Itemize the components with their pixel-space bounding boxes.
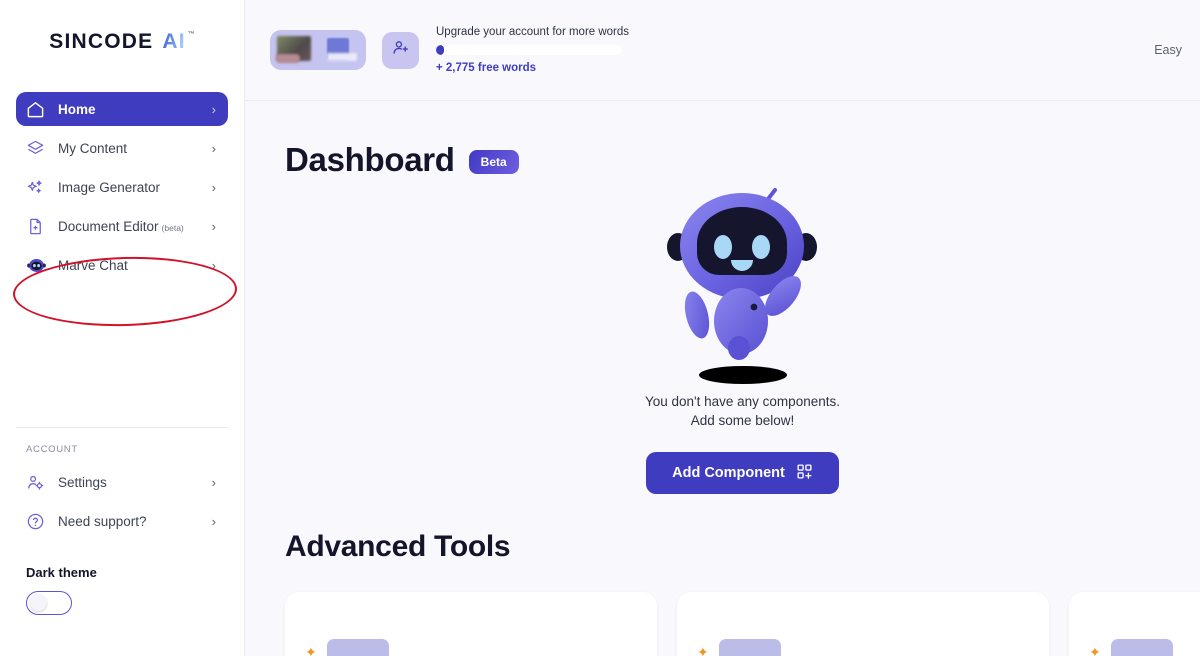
topbar-right-label: Easy xyxy=(1154,43,1182,57)
dashboard-content: Dashboard Beta You don't have any compon… xyxy=(245,101,1200,656)
thumbnail-preview[interactable] xyxy=(270,30,366,70)
words-progress-bar xyxy=(436,45,622,55)
sparkle-icon: ✦ xyxy=(1089,643,1101,656)
tool-card[interactable]: ✦ xyxy=(677,592,1049,656)
upgrade-text: Upgrade your account for more words xyxy=(436,26,630,38)
sidebar-item-need-support[interactable]: Need support? › xyxy=(16,504,228,538)
toggle-knob xyxy=(30,594,47,611)
tool-card[interactable]: ✦ xyxy=(285,592,657,656)
sidebar-item-label: Need support? xyxy=(58,513,147,529)
brand-name-secondary: AI xyxy=(162,30,186,53)
thumbnail-shape xyxy=(327,53,357,61)
sidebar-item-label: Document Editor (beta) xyxy=(58,219,184,234)
advanced-tools-cards: ✦ ✦ ✦ xyxy=(285,592,1200,656)
beta-superscript: (beta) xyxy=(161,222,184,233)
sparkle-icon: ✦ xyxy=(305,643,317,656)
sidebar-item-image-generator[interactable]: Image Generator › xyxy=(16,170,228,204)
sidebar-item-label: Image Generator xyxy=(58,179,161,195)
words-progress-fill xyxy=(436,45,444,55)
chevron-right-icon: › xyxy=(211,101,216,117)
brand-logo[interactable]: SINCODE AI ™ xyxy=(0,0,244,54)
question-circle-icon xyxy=(26,512,50,531)
main-content: Upgrade your account for more words + 2,… xyxy=(245,0,1200,656)
sidebar-item-label: Home xyxy=(58,101,96,117)
account-section-label: ACCOUNT xyxy=(26,444,78,455)
thumbnail-shape xyxy=(276,54,300,63)
page-title-row: Dashboard Beta xyxy=(285,101,1200,179)
dark-theme-label: Dark theme xyxy=(26,565,97,580)
tool-card-placeholder xyxy=(718,639,781,656)
sidebar-item-label: My Content xyxy=(58,140,128,156)
chevron-right-icon: › xyxy=(211,140,216,156)
layers-icon xyxy=(26,139,50,158)
tool-card-placeholder xyxy=(326,639,389,656)
chevron-right-icon: › xyxy=(211,513,216,529)
upgrade-widget[interactable]: Upgrade your account for more words + 2,… xyxy=(436,26,632,74)
add-component-label: Add Component xyxy=(672,465,785,482)
robot-head-icon xyxy=(26,256,50,275)
document-icon xyxy=(26,217,50,236)
tool-card-placeholder xyxy=(1110,639,1173,656)
sparkle-icon: ✦ xyxy=(697,643,709,656)
account-navigation: Settings › Need support? › xyxy=(0,465,244,543)
tool-card[interactable]: ✦ xyxy=(1069,592,1200,656)
empty-state-message: You don't have any components. Add some … xyxy=(645,392,840,430)
sidebar-item-label: Settings xyxy=(58,474,107,490)
free-words-count: + 2,775 free words xyxy=(436,62,537,74)
sidebar-item-settings[interactable]: Settings › xyxy=(16,465,228,499)
dark-theme-toggle[interactable] xyxy=(26,591,72,615)
trademark-symbol: ™ xyxy=(187,31,195,38)
page-title: Dashboard xyxy=(285,141,455,178)
robot-mascot-illustration xyxy=(655,185,831,385)
chevron-right-icon: › xyxy=(211,474,216,490)
empty-state: You don't have any components. Add some … xyxy=(285,185,1200,495)
sidebar-item-marve-chat[interactable]: Marve Chat › xyxy=(16,248,228,282)
advanced-tools-title: Advanced Tools xyxy=(285,530,511,564)
home-icon xyxy=(26,100,50,119)
theme-section: Dark theme xyxy=(0,543,244,615)
chevron-right-icon: › xyxy=(211,257,216,273)
sidebar: SINCODE AI ™ Home › My Content › Image G… xyxy=(0,0,245,656)
add-component-button[interactable]: Add Component xyxy=(646,452,839,495)
invite-user-button[interactable] xyxy=(382,31,419,69)
top-bar-right: Easy xyxy=(1154,41,1182,59)
beta-badge: Beta xyxy=(468,150,519,174)
brand-name-primary: SINCODE xyxy=(49,30,154,53)
chevron-right-icon: › xyxy=(211,179,216,195)
sparkles-icon xyxy=(26,178,50,197)
sidebar-item-my-content[interactable]: My Content › xyxy=(16,131,228,165)
chevron-right-icon: › xyxy=(211,218,216,234)
empty-state-line-1: You don't have any components. xyxy=(645,394,840,409)
user-plus-icon xyxy=(391,38,410,62)
sidebar-item-label: Marve Chat xyxy=(58,257,128,273)
user-gear-icon xyxy=(26,473,50,492)
sidebar-item-home[interactable]: Home › xyxy=(16,92,228,126)
top-bar: Upgrade your account for more words + 2,… xyxy=(245,0,1200,101)
app-root: SINCODE AI ™ Home › My Content › Image G… xyxy=(0,0,1200,656)
primary-navigation: Home › My Content › Image Generator › Do… xyxy=(0,92,244,287)
grid-plus-icon xyxy=(796,463,813,484)
sidebar-item-label-text: Document Editor xyxy=(58,218,159,234)
sidebar-item-document-editor[interactable]: Document Editor (beta) › xyxy=(16,209,228,243)
empty-state-line-2: Add some below! xyxy=(690,413,795,429)
